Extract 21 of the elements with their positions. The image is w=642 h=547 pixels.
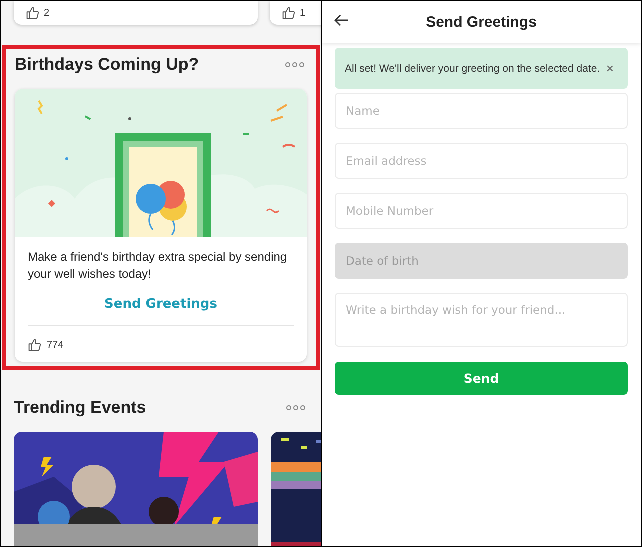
like-count: 774 <box>47 340 64 350</box>
close-button[interactable]: × <box>602 61 618 76</box>
text-field[interactable]: Mobile Number <box>335 193 628 229</box>
more-icon[interactable] <box>285 62 305 68</box>
section-title: Birthdays Coming Up? <box>15 55 200 75</box>
text-field[interactable]: Email address <box>335 143 628 179</box>
thumbs-up-icon[interactable] <box>26 6 40 20</box>
like-count: 1 <box>300 8 306 18</box>
thumbs-up-icon[interactable] <box>282 6 296 20</box>
page-title: Send Greetings <box>426 14 537 30</box>
thumbs-up-icon[interactable] <box>28 338 42 352</box>
like-count: 2 <box>44 8 50 18</box>
text-field[interactable]: Name <box>335 93 628 129</box>
more-icon[interactable] <box>286 405 306 411</box>
send-greetings-link[interactable]: Send Greetings <box>100 295 222 314</box>
send-button[interactable]: Send <box>335 362 628 395</box>
message-field[interactable]: Write a birthday wish for your friend... <box>335 293 628 347</box>
section-title: Trending Events <box>14 398 146 418</box>
banner-message: All set! We'll deliver your greeting on the selected date. <box>345 62 600 74</box>
card-description: Make a friend's birthday extra special by sending your well wishes today! <box>28 249 288 283</box>
back-arrow-icon[interactable] <box>334 14 349 27</box>
